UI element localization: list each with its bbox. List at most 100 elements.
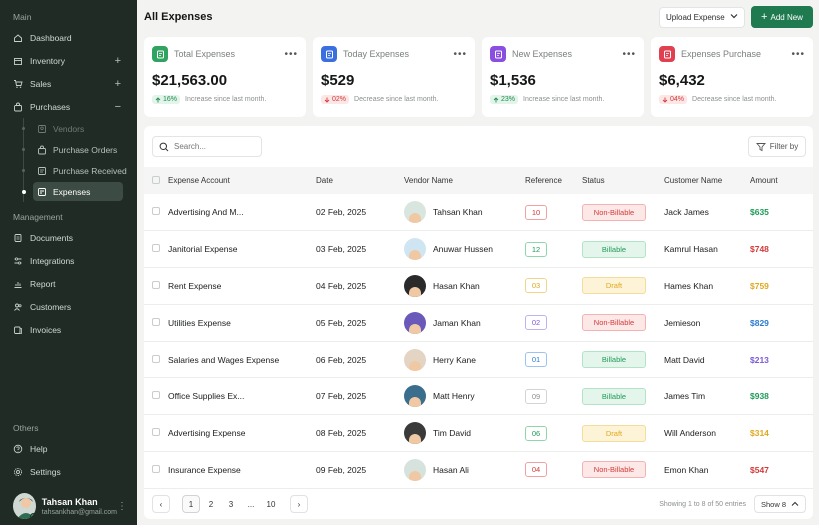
row-checkbox[interactable]: [152, 317, 160, 326]
change-badge: 02%: [321, 95, 350, 104]
sidebar-item-settings[interactable]: Settings: [0, 460, 137, 483]
row-checkbox[interactable]: [152, 354, 160, 363]
search-input[interactable]: [174, 142, 254, 151]
cell-vendor-name: Tim David: [433, 428, 471, 439]
row-checkbox[interactable]: [152, 428, 160, 437]
cell-amount: $829: [750, 317, 769, 328]
next-page-button[interactable]: ›: [290, 495, 308, 513]
users-icon: [13, 302, 23, 312]
table-row[interactable]: Utilities Expense 05 Feb, 2025 Jaman Khan 0…: [144, 304, 813, 342]
reference-badge: 09: [525, 388, 547, 404]
prev-page-button[interactable]: ‹: [152, 495, 170, 513]
reference-badge: 02: [525, 315, 547, 331]
row-checkbox[interactable]: [152, 464, 160, 473]
table-header-row: Expense Account Date Vendor Name Referen…: [144, 167, 813, 194]
status-badge: Non-Billable: [582, 314, 646, 332]
table-row[interactable]: Advertising Expense 08 Feb, 2025 Tim David…: [144, 415, 813, 452]
status-badge: Billable: [582, 387, 646, 405]
row-checkbox[interactable]: [152, 280, 160, 289]
page-number-3[interactable]: 3: [222, 495, 240, 513]
cell-expense-account: Janitorial Expense: [168, 244, 238, 255]
cell-customer-name: Hames Khan: [664, 280, 714, 291]
bag-icon: [37, 145, 47, 155]
sidebar-subitem-expenses[interactable]: Expenses: [0, 181, 137, 202]
column-header-amount[interactable]: Amount: [750, 167, 813, 194]
row-checkbox[interactable]: [152, 244, 160, 253]
card-value: $21,563.00: [152, 72, 228, 89]
column-header-expense-account[interactable]: Expense Account: [168, 167, 316, 194]
table-row[interactable]: Office Supplies Ex... 07 Feb, 2025 Matt He…: [144, 378, 813, 415]
search-box[interactable]: [152, 136, 262, 157]
reference-badge: 10: [525, 204, 547, 220]
upload-expense-dropdown[interactable]: Upload Expense: [659, 6, 745, 28]
column-header-date[interactable]: Date: [316, 167, 404, 194]
filter-button[interactable]: Filter by: [748, 136, 806, 157]
cell-date: 03 Feb, 2025: [316, 244, 367, 255]
cell-expense-account: Insurance Expense: [168, 464, 241, 475]
sidebar-item-purchases[interactable]: Purchases −: [0, 95, 137, 118]
cell-vendor-name: Tahsan Khan: [433, 207, 483, 218]
more-horizontal-icon[interactable]: •••: [453, 49, 467, 60]
vendor-avatar: [404, 238, 426, 261]
cell-customer-name: Will Anderson: [664, 428, 716, 439]
table-row[interactable]: Janitorial Expense 03 Feb, 2025 Anuwar Hus…: [144, 231, 813, 268]
chevron-up-icon: [791, 501, 799, 506]
plus-icon[interactable]: +: [115, 55, 121, 67]
table-row[interactable]: Salaries and Wages Expense 06 Feb, 2025 He…: [144, 341, 813, 378]
page-number-2[interactable]: 2: [202, 495, 220, 513]
sidebar-item-label: Customers: [30, 301, 72, 312]
cell-expense-account: Advertising Expense: [168, 428, 246, 439]
sidebar-item-dashboard[interactable]: Dashboard: [0, 26, 137, 49]
sidebar-item-inventory[interactable]: Inventory +: [0, 49, 137, 72]
sidebar-subitem-vendors[interactable]: Vendors: [0, 118, 137, 139]
sidebar-item-documents[interactable]: Documents: [0, 226, 137, 249]
sidebar-item-help[interactable]: Help: [0, 437, 137, 460]
more-vertical-icon[interactable]: ⋮: [117, 501, 127, 512]
more-horizontal-icon[interactable]: •••: [791, 49, 805, 60]
status-badge: Billable: [582, 351, 646, 369]
row-checkbox[interactable]: [152, 391, 160, 400]
sidebar-subitem-purchase-orders[interactable]: Purchase Orders: [0, 139, 137, 160]
sidebar-item-invoices[interactable]: Invoices: [0, 318, 137, 341]
table-row[interactable]: Advertising And M... 02 Feb, 2025 Tahsan K…: [144, 194, 813, 231]
plus-icon[interactable]: +: [115, 78, 121, 90]
per-page-select[interactable]: Show 8: [754, 495, 806, 513]
profile-name: Tahsan Khan: [41, 496, 98, 507]
column-header-reference[interactable]: Reference: [525, 167, 582, 194]
pagination: ‹ 1 2 3... 10 › Showing 1 to 8 of 50 entrie…: [152, 493, 806, 515]
change-value: 16%: [163, 96, 178, 103]
trend-down-icon: [324, 97, 330, 103]
sidebar-item-label: Expenses: [53, 186, 91, 197]
card-icon: [321, 46, 337, 62]
page-number-1[interactable]: 1: [182, 495, 200, 513]
column-header-vendor-name[interactable]: Vendor Name: [404, 167, 525, 194]
table-row[interactable]: Insurance Expense 09 Feb, 2025 Hasan Ali 04…: [144, 452, 813, 489]
table-row[interactable]: Rent Expense 04 Feb, 2025 Hasan Khan 03 Draf…: [144, 268, 813, 305]
select-all-checkbox[interactable]: [152, 175, 160, 184]
card-title: Total Expenses: [174, 49, 236, 59]
user-profile[interactable]: Tahsan Khan tahsankhan@gmail.com ⋮: [13, 493, 127, 519]
page-number-10[interactable]: 10: [262, 495, 280, 513]
sidebar-subitem-purchase-received[interactable]: Purchase Received: [0, 160, 137, 181]
sidebar-item-report[interactable]: Report: [0, 272, 137, 295]
row-checkbox[interactable]: [152, 207, 160, 216]
sidebar-item-label: Purchase Orders: [53, 144, 118, 155]
sidebar-item-sales[interactable]: Sales +: [0, 72, 137, 95]
more-horizontal-icon[interactable]: •••: [622, 49, 636, 60]
tree-dot: [21, 189, 26, 194]
cart-icon: [13, 79, 23, 89]
minus-icon[interactable]: −: [115, 101, 121, 113]
cell-vendor-name: Herry Kane: [433, 354, 476, 365]
cell-expense-account: Advertising And M...: [168, 207, 244, 218]
add-new-button[interactable]: + Add New: [751, 6, 813, 28]
sidebar-item-customers[interactable]: Customers: [0, 295, 137, 318]
column-header-customer-name[interactable]: Customer Name: [664, 167, 750, 194]
cell-vendor-name: Matt Henry: [433, 391, 475, 402]
cell-date: 07 Feb, 2025: [316, 391, 367, 402]
card-note: Decrease since last month.: [692, 96, 777, 103]
sidebar-item-integrations[interactable]: Integrations: [0, 249, 137, 272]
cell-date: 09 Feb, 2025: [316, 464, 367, 475]
cell-amount: $938: [750, 391, 769, 402]
column-header-status[interactable]: Status: [582, 167, 664, 194]
more-horizontal-icon[interactable]: •••: [284, 49, 298, 60]
